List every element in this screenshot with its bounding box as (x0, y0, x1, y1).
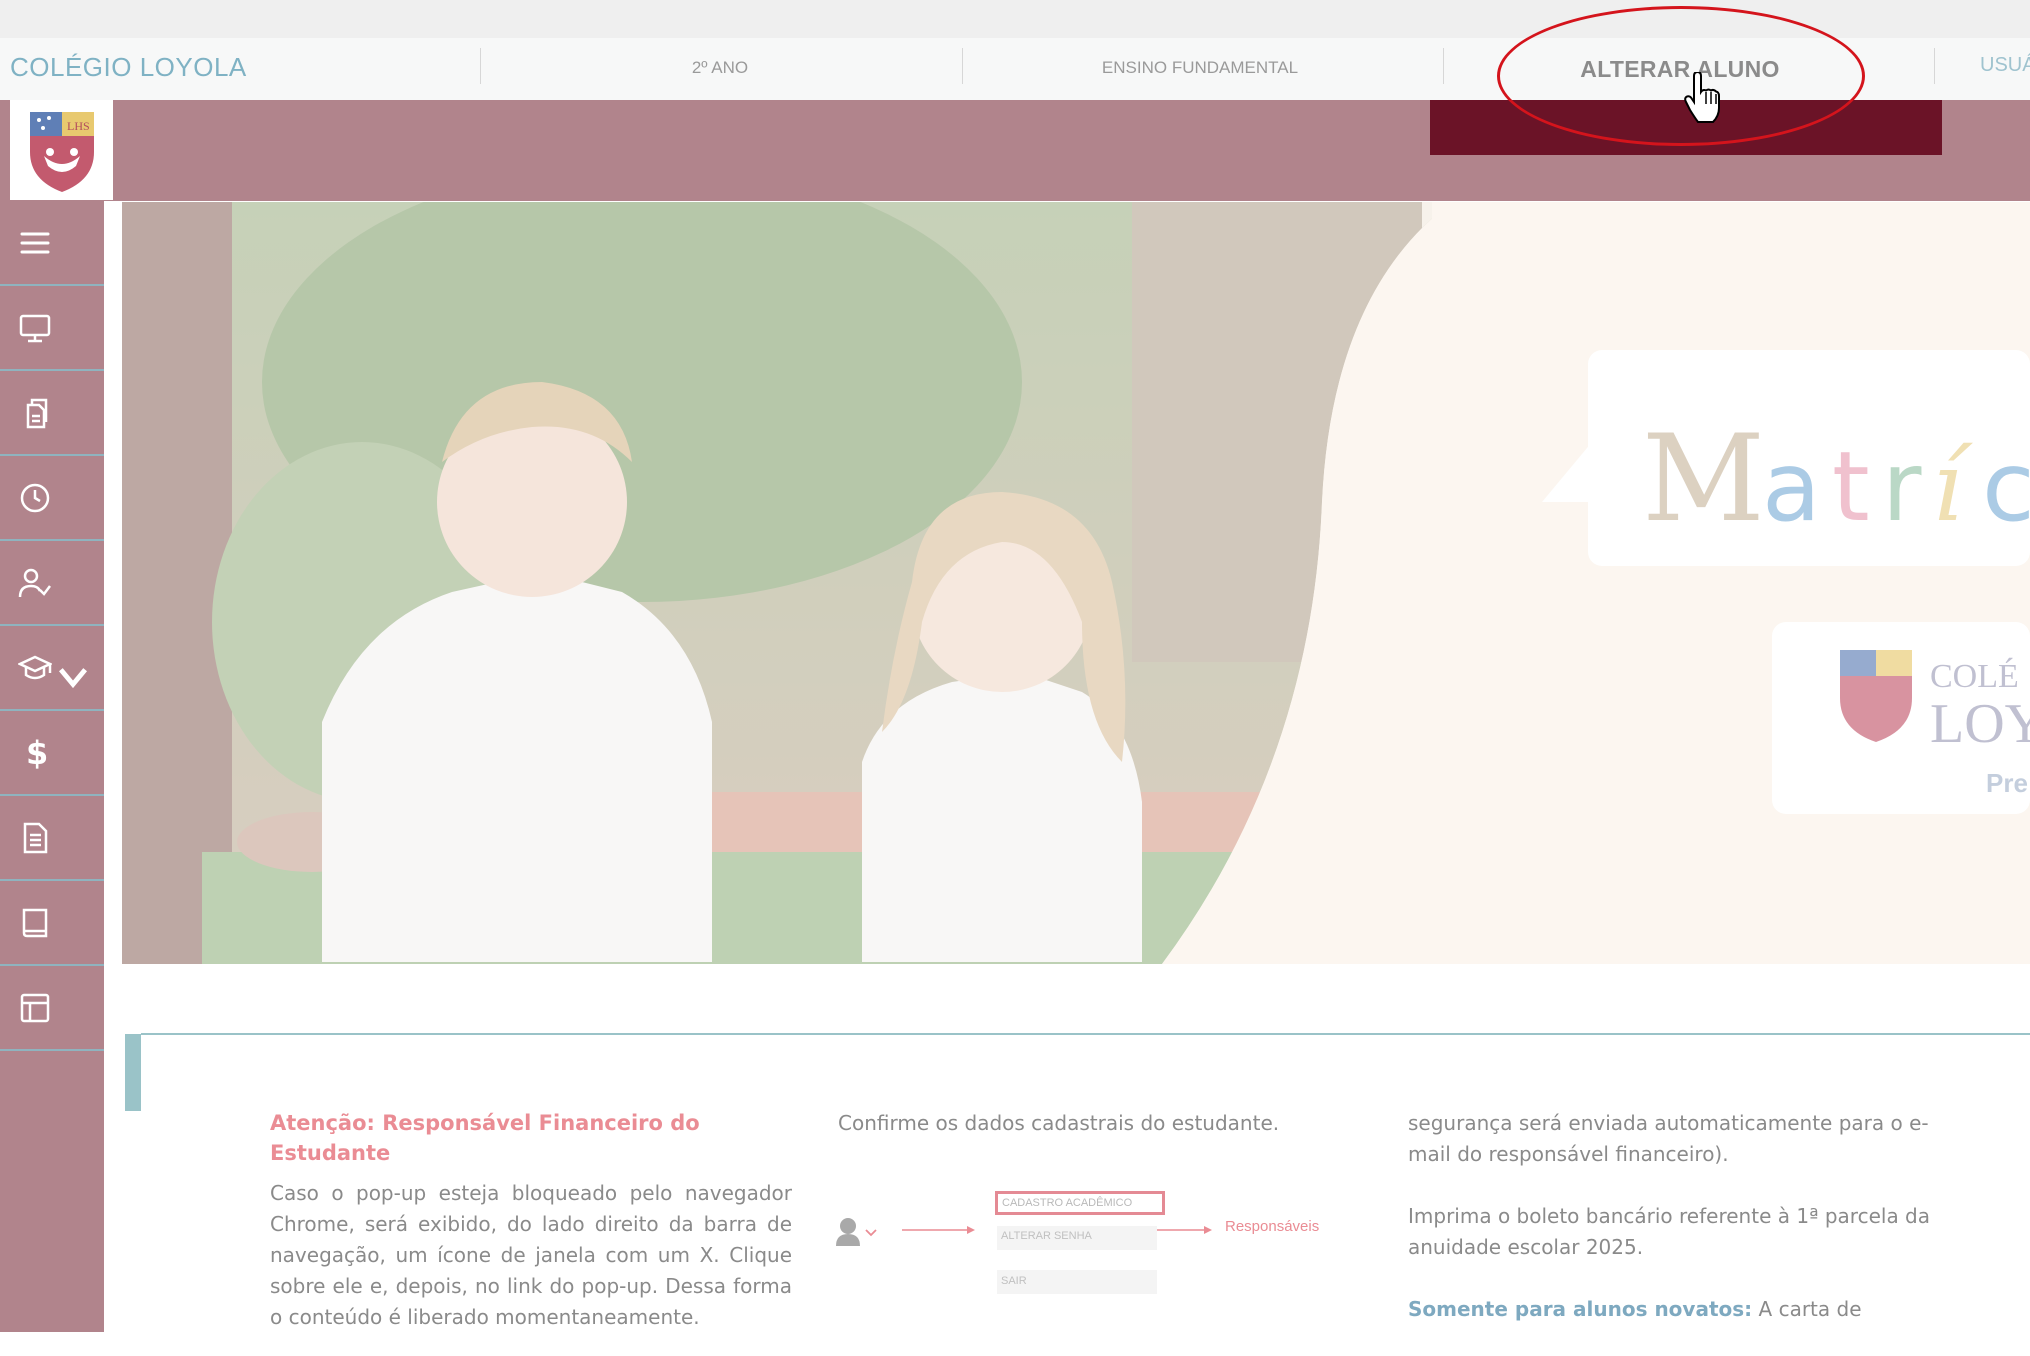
sidebar-item-academic[interactable] (0, 626, 104, 711)
novatos-text: Somente para alunos novatos: A carta de (1408, 1294, 1930, 1325)
dollar-icon: $ (26, 733, 49, 772)
menu-icon (20, 232, 50, 253)
menu-alterar-senha: ALTERAR SENHA (997, 1226, 1157, 1250)
sidebar: $ (0, 201, 104, 1332)
sidebar-item-financial[interactable]: $ (0, 711, 104, 796)
divider (480, 48, 481, 84)
section-accent-bar (125, 1034, 141, 1111)
document-icon (23, 822, 48, 853)
documents-icon (26, 398, 48, 428)
school-logo[interactable]: LHS (10, 100, 113, 200)
monitor-icon (19, 314, 51, 342)
sidebar-item-menu[interactable] (0, 201, 104, 286)
novatos-label: Somente para alunos novatos: (1408, 1297, 1753, 1321)
security-text: segurança será enviada automaticamente p… (1408, 1111, 1929, 1166)
annotation-ellipse (1497, 6, 1865, 146)
info-column-2: Confirme os dados cadastrais do estudant… (838, 1108, 1338, 1139)
sidebar-item-layout[interactable] (0, 966, 104, 1051)
sidebar-item-book[interactable] (0, 881, 104, 966)
sidebar-item-user-check[interactable] (0, 541, 104, 626)
user-check-icon (18, 568, 51, 597)
chevron-down-icon (58, 668, 88, 689)
responsaveis-label: Responsáveis (1225, 1218, 1320, 1235)
logo-caption: LHS (67, 119, 90, 133)
info-column-3: segurança será enviada automaticamente p… (1408, 1108, 1930, 1356)
divider (962, 48, 963, 84)
level-label: ENSINO FUNDAMENTAL (1101, 58, 1299, 77)
menu-cadastro-academico: CADASTRO ACADÊMICO (995, 1191, 1165, 1215)
divider (1443, 48, 1444, 84)
profile-menu-diagram: CADASTRO ACADÊMICO ALTERAR SENHA SAIR Re… (832, 1186, 1322, 1296)
confirm-text: Confirme os dados cadastrais do estudant… (838, 1111, 1280, 1135)
sidebar-item-monitor[interactable] (0, 286, 104, 371)
divider (1934, 48, 1935, 84)
hero-photo: M a t r í c COLÉ LOY Pre (122, 202, 2030, 964)
novatos-rest: A carta de (1752, 1297, 1862, 1321)
clock-icon (20, 483, 50, 512)
boleto-text: Imprima o boleto bancário referente à 1ª… (1408, 1204, 1931, 1259)
sidebar-item-document[interactable] (0, 796, 104, 881)
attention-text: Caso o pop-up esteja bloqueado pelo nave… (270, 1181, 792, 1329)
brand-title[interactable]: COLÉGIO LOYOLA (10, 52, 247, 83)
sidebar-item-documents[interactable] (0, 371, 104, 456)
book-icon (22, 908, 48, 937)
section-divider (141, 1033, 2030, 1035)
user-menu[interactable]: USUÁ (1980, 54, 2030, 77)
sidebar-item-clock[interactable] (0, 456, 104, 541)
grade-label: 2º ANO (691, 58, 749, 77)
graduation-cap-icon (18, 655, 52, 679)
layout-icon (20, 993, 50, 1022)
menu-sair: SAIR (997, 1270, 1157, 1294)
info-column-1: Atenção: Responsável Financeiro do Estud… (270, 1108, 792, 1333)
attention-heading: Atenção: Responsável Financeiro do Estud… (270, 1111, 700, 1165)
hero-banner[interactable]: M a t r í c COLÉ LOY Pre (122, 202, 2030, 964)
hand-cursor-icon (1684, 72, 1720, 123)
